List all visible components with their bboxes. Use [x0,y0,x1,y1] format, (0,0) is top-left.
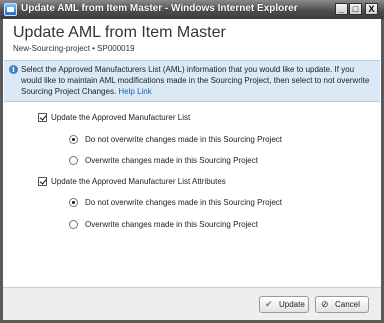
close-button[interactable]: X [365,3,378,15]
attributes-do-not-overwrite-radio[interactable] [69,198,78,207]
browser-window: Update AML from Item Master - Windows In… [0,0,384,323]
window-title: Update AML from Item Master - Windows In… [21,3,298,14]
checkmark-icon: ✔ [265,299,273,309]
attributes-overwrite-label: Overwrite changes made in this Sourcing … [85,220,258,229]
aml-overwrite-label: Overwrite changes made in this Sourcing … [85,156,258,165]
aml-do-not-overwrite-label: Do not overwrite changes made in this So… [85,135,282,144]
info-text: Select the Approved Manufacturers List (… [21,64,377,97]
cancel-icon: ⊘ [321,299,329,309]
cancel-button[interactable]: ⊘ Cancel [315,296,369,313]
project-subtitle: New-Sourcing-project • SP000019 [13,44,135,53]
cancel-button-label: Cancel [335,300,360,309]
attributes-do-not-overwrite-label: Do not overwrite changes made in this So… [85,198,282,207]
aml-overwrite-radio[interactable] [69,156,78,165]
update-aml-attributes-checkbox[interactable] [38,177,47,186]
update-button[interactable]: ✔ Update [259,296,309,313]
internet-explorer-icon [4,3,17,16]
update-aml-attributes-label: Update the Approved Manufacturer List At… [51,177,226,186]
info-banner: i Select the Approved Manufacturers List… [4,60,380,102]
update-aml-checkbox[interactable] [38,113,47,122]
update-aml-dialog: Update AML from Item Master New-Sourcing… [3,19,381,320]
update-aml-label: Update the Approved Manufacturer List [51,113,191,122]
attributes-overwrite-radio[interactable] [69,220,78,229]
title-bar[interactable]: Update AML from Item Master - Windows In… [0,0,384,19]
help-link[interactable]: Help Link [118,87,151,96]
page-title: Update AML from Item Master [13,24,226,41]
dialog-footer: ✔ Update ⊘ Cancel [3,287,381,320]
dialog-header: Update AML from Item Master New-Sourcing… [3,19,381,59]
update-button-label: Update [279,300,305,309]
aml-do-not-overwrite-radio[interactable] [69,135,78,144]
minimize-button[interactable]: _ [335,3,348,15]
info-icon: i [9,65,18,74]
maximize-button[interactable]: □ [349,3,362,15]
info-message: Select the Approved Manufacturers List (… [21,65,370,96]
